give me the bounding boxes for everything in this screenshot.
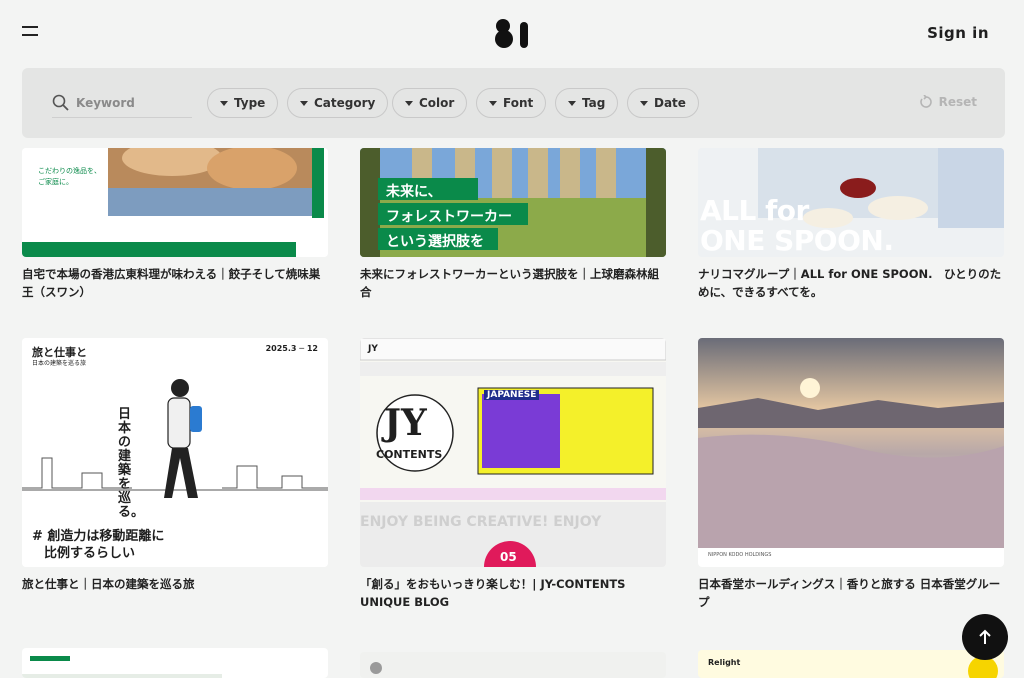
site-header: Sign in [0, 0, 1024, 66]
thumb-subtitle: 日本の建築を巡る旅 [32, 360, 87, 367]
thumb-text: ALL for [700, 194, 809, 227]
filter-category[interactable]: Category [287, 88, 389, 118]
reset-icon [919, 95, 932, 108]
card-caption[interactable]: 未来にフォレストワーカーという選択肢を｜上球磨森林組合 [360, 265, 666, 301]
card-thumbnail: JY JY CONTENTS JAPANESE ENJOY BEING CREA… [360, 338, 666, 567]
card-caption[interactable]: 自宅で本場の香港広東料理が味わえる｜餃子そして焼味巣王（スワン） [22, 265, 328, 301]
filter-tag[interactable]: Tag [555, 88, 619, 118]
menu-icon[interactable] [22, 26, 38, 38]
reset-button[interactable]: Reset [919, 95, 977, 109]
logo-icon[interactable] [494, 17, 530, 49]
caret-down-icon [640, 100, 648, 106]
issue-number: 05 [500, 550, 517, 564]
thumb-logo [370, 662, 382, 674]
card-caption[interactable]: 旅と仕事と｜日本の建築を巡る旅 [22, 575, 328, 593]
filter-font[interactable]: Font [476, 88, 547, 118]
chip-label: Category [314, 96, 376, 110]
thumb-brand: NIPPON KODO HOLDINGS [708, 552, 772, 558]
filter-color[interactable]: Color [392, 88, 468, 118]
thumb-brand: Relight [708, 658, 741, 667]
sign-in-link[interactable]: Sign in [927, 24, 989, 42]
card-thumbnail: Relight [698, 650, 1004, 678]
thumb-date: 2025.3 ─ 12 [265, 344, 318, 353]
caret-down-icon [220, 100, 228, 106]
thumb-text: 比例するらしい [44, 546, 136, 561]
sea-of-clouds-image [698, 338, 1004, 567]
thumb-vertical-title: 日本の建築を巡る。 [118, 407, 145, 520]
thumb-copy: 未来に、 フォレストワーカー という選択肢を [386, 180, 512, 255]
chip-label: Color [419, 96, 455, 110]
thumb-text: こだわりの逸品を、 [38, 167, 101, 175]
filter-date[interactable]: Date [627, 88, 699, 118]
card-thumbnail: こだわりの逸品を、 ご家庭に。 [22, 148, 328, 257]
chip-label: Tag [582, 96, 606, 110]
card-thumbnail: 旅と仕事と 日本の建築を巡る旅 2025.3 ─ 12 日本の建築を巡る。 # … [22, 338, 328, 567]
card-thumbnail: 未来に、 フォレストワーカー という選択肢を [360, 148, 666, 257]
card-thumbnail: NIPPON KODO HOLDINGS [698, 338, 1004, 567]
thumb-text: フォレストワーカー [386, 209, 512, 225]
thumb-text: ONE SPOON. [700, 224, 894, 257]
card-caption[interactable]: 「創る」をおもいっきり楽しむ！| JY-CONTENTS UNIQUE BLOG [360, 575, 666, 611]
card-thumbnail: ALL for ONE SPOON. [698, 148, 1004, 257]
marquee-text: ENJOY BEING CREATIVE! ENJOY [360, 514, 602, 530]
caret-down-icon [300, 100, 308, 106]
arrow-up-icon [979, 629, 991, 644]
chip-label: Type [234, 96, 266, 110]
card-caption[interactable]: 日本香堂ホールディングス｜香りと旅する 日本香堂グループ [698, 575, 1004, 611]
keyword-input[interactable] [76, 93, 188, 113]
chip-label: Font [503, 96, 534, 110]
card-caption[interactable]: ナリコマグループ｜ALL for ONE SPOON. ひとりのために、できるす… [698, 265, 1004, 301]
scroll-to-top-button[interactable] [962, 614, 1008, 660]
jy-title: JY [384, 402, 427, 444]
thumb-text: # 創造力は移動距離に [32, 529, 165, 544]
card-thumbnail [22, 648, 328, 678]
thumb-text: という選択肢を [386, 234, 484, 250]
blog-logo: JY [368, 344, 378, 354]
thumb-text: ご家庭に。 [38, 178, 73, 186]
japanese-badge: JAPANESE [484, 390, 540, 400]
jy-subtitle: CONTENTS [376, 448, 443, 461]
search-box [52, 90, 192, 118]
caret-down-icon [489, 100, 497, 106]
thumb-copy: # 創造力は移動距離に 比例するらしい [32, 528, 164, 562]
chip-label: Date [654, 96, 686, 110]
thumb-text: 未来に、 [386, 184, 442, 200]
filter-bar: Type Category Color Font Tag Date Reset [22, 68, 1005, 138]
reset-label: Reset [938, 95, 977, 109]
card-thumbnail [360, 652, 666, 678]
food-image [22, 148, 328, 257]
thumb-logo [30, 656, 70, 661]
search-icon [52, 94, 69, 111]
thumb-strip [22, 674, 222, 678]
thumb-copy: こだわりの逸品を、 ご家庭に。 [38, 166, 101, 188]
caret-down-icon [405, 100, 413, 106]
filter-type[interactable]: Type [207, 88, 279, 118]
thumb-copy: ALL for ONE SPOON. [700, 194, 894, 257]
caret-down-icon [568, 100, 576, 106]
